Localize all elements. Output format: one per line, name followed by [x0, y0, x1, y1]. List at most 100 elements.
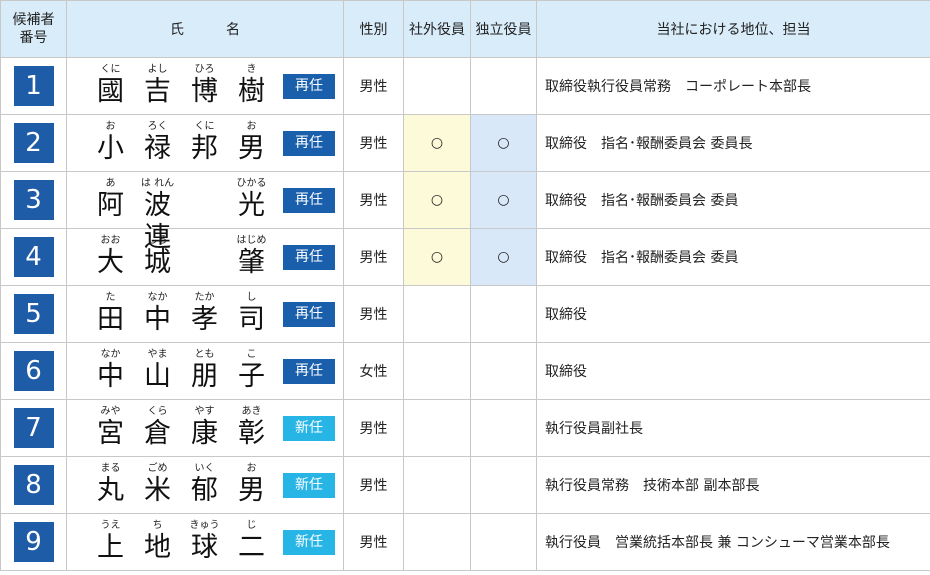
- candidate-name: なか中 やま山 とも朋 こ子: [87, 349, 277, 393]
- name-character: 二: [238, 532, 265, 563]
- gender-cell: 男性: [343, 171, 404, 229]
- name-character: 男: [238, 133, 265, 164]
- gender-cell: 男性: [343, 114, 404, 172]
- name-character: 樹: [238, 76, 265, 107]
- name-ruby: いく: [194, 463, 215, 474]
- independent-director-cell: ○: [470, 171, 537, 229]
- outside-director-cell: [403, 399, 471, 457]
- candidate-name-cell: おお大 しろ城 はじめ肇再任: [66, 228, 344, 286]
- name-character: 彰: [238, 418, 265, 449]
- position-cell: 執行役員常務 技術本部 副本部長: [536, 456, 930, 514]
- table-row: 4 おお大 しろ城 はじめ肇再任 男性 ○ ○ 取締役 指名･報酬委員会 委員: [0, 228, 930, 286]
- position-cell: 取締役 指名･報酬委員会 委員: [536, 228, 930, 286]
- gender-cell: 男性: [343, 513, 404, 571]
- candidate-name: あ阿 は れん 波連 ひかる光: [87, 178, 277, 253]
- outside-director-cell: ○: [403, 228, 471, 286]
- candidate-number-cell: 2: [0, 114, 67, 172]
- name-ruby: き: [246, 64, 257, 75]
- candidate-name-cell: うえ上 ち地 きゅう球 じ二新任: [66, 513, 344, 571]
- header-outside: 社外役員: [403, 0, 471, 58]
- reappointment-badge: 再任: [283, 301, 335, 327]
- name-ruby: お: [246, 463, 257, 474]
- header-row: 候補者 番号 氏 名 性別 社外役員 独立役員 当社における地位、担当: [0, 0, 930, 58]
- name-ruby: まる: [100, 463, 121, 474]
- name-ruby: くに: [100, 64, 121, 75]
- candidate-name: おお大 しろ城 はじめ肇: [87, 235, 277, 279]
- name-ruby: くに: [194, 121, 215, 132]
- candidate-name: うえ上 ち地 きゅう球 じ二: [87, 520, 277, 564]
- candidate-number-cell: 3: [0, 171, 67, 229]
- name-character: 米: [144, 475, 171, 506]
- name-ruby: よし: [147, 64, 168, 75]
- name-character: 司: [238, 304, 265, 335]
- name-ruby: あき: [241, 406, 262, 417]
- candidate-name: まる丸 ごめ米 いく郁 お男: [87, 463, 277, 507]
- name-ruby: は れん: [140, 178, 175, 189]
- reappointment-badge: 再任: [283, 244, 335, 270]
- table-row: 5 た田 なか中 たか孝 し司再任 男性 取締役: [0, 285, 930, 343]
- outside-director-cell: [403, 57, 471, 115]
- table-row: 8 まる丸 ごめ米 いく郁 お男新任 男性 執行役員常務 技術本部 副本部長: [0, 456, 930, 514]
- candidate-name: みや宮 くら倉 やす康 あき彰: [87, 406, 277, 450]
- table-row: 7 みや宮 くら倉 やす康 あき彰新任 男性 執行役員副社長: [0, 399, 930, 457]
- candidate-name: くに國 よし吉 ひろ博 き樹: [87, 64, 277, 108]
- candidate-number: 7: [13, 408, 54, 448]
- name-ruby: しろ: [147, 235, 168, 246]
- candidate-number: 8: [13, 465, 54, 505]
- position-cell: 取締役 指名･報酬委員会 委員長: [536, 114, 930, 172]
- name-character: 山: [144, 361, 171, 392]
- candidate-table: 候補者 番号 氏 名 性別 社外役員 独立役員 当社における地位、担当 1 くに國…: [0, 0, 930, 571]
- name-character: 邦: [191, 133, 218, 164]
- header-number: 候補者 番号: [0, 0, 67, 58]
- name-character: 阿: [97, 190, 124, 221]
- reappointment-badge: 再任: [283, 187, 335, 213]
- circle-mark: ○: [497, 192, 510, 208]
- name-ruby: なか: [147, 292, 168, 303]
- name-ruby: ち: [152, 520, 163, 531]
- name-ruby: たか: [194, 292, 215, 303]
- name-character: 博: [191, 76, 218, 107]
- name-character: 丸: [97, 475, 124, 506]
- candidate-number-cell: 9: [0, 513, 67, 571]
- name-character: 田: [97, 304, 124, 335]
- circle-mark: ○: [430, 192, 444, 208]
- outside-director-cell: [403, 456, 471, 514]
- name-ruby: ひかる: [236, 178, 267, 189]
- reappointment-badge: 再任: [283, 130, 335, 156]
- name-character: 國: [97, 76, 124, 107]
- name-character: 倉: [144, 418, 171, 449]
- reappointment-badge: 再任: [283, 73, 335, 99]
- reappointment-badge: 再任: [283, 358, 335, 384]
- name-character: 小: [97, 133, 124, 164]
- candidate-number: 4: [13, 237, 54, 277]
- name-character: 中: [144, 304, 171, 335]
- name-ruby: じ: [246, 520, 257, 531]
- name-ruby: みや: [100, 406, 121, 417]
- candidate-number-cell: 6: [0, 342, 67, 400]
- header-name: 氏 名: [66, 0, 344, 58]
- name-character: 地: [144, 532, 171, 563]
- name-ruby: きゅう: [189, 520, 220, 531]
- table-row: 1 くに國 よし吉 ひろ博 き樹再任 男性 取締役執行役員常務 コーポレート本部長: [0, 57, 930, 115]
- independent-director-cell: [470, 399, 537, 457]
- name-ruby: こ: [246, 349, 257, 360]
- position-cell: 取締役: [536, 342, 930, 400]
- position-cell: 執行役員 営業統括本部長 兼 コンシューマ営業本部長: [536, 513, 930, 571]
- circle-mark: ○: [430, 135, 444, 151]
- name-character: 上: [97, 532, 124, 563]
- name-ruby: お: [246, 121, 257, 132]
- name-ruby: おお: [100, 235, 121, 246]
- name-character: 肇: [238, 247, 265, 278]
- new-appointment-badge: 新任: [283, 529, 335, 555]
- circle-mark: ○: [430, 249, 444, 265]
- name-character: 球: [191, 532, 218, 563]
- name-ruby: ごめ: [147, 463, 168, 474]
- candidate-number: 6: [13, 351, 54, 391]
- candidate-name: た田 なか中 たか孝 し司: [87, 292, 277, 336]
- gender-cell: 男性: [343, 399, 404, 457]
- name-character: 郁: [191, 475, 218, 506]
- name-character: 光: [238, 190, 265, 221]
- name-ruby: ろく: [147, 121, 168, 132]
- gender-cell: 女性: [343, 342, 404, 400]
- name-ruby: お: [105, 121, 116, 132]
